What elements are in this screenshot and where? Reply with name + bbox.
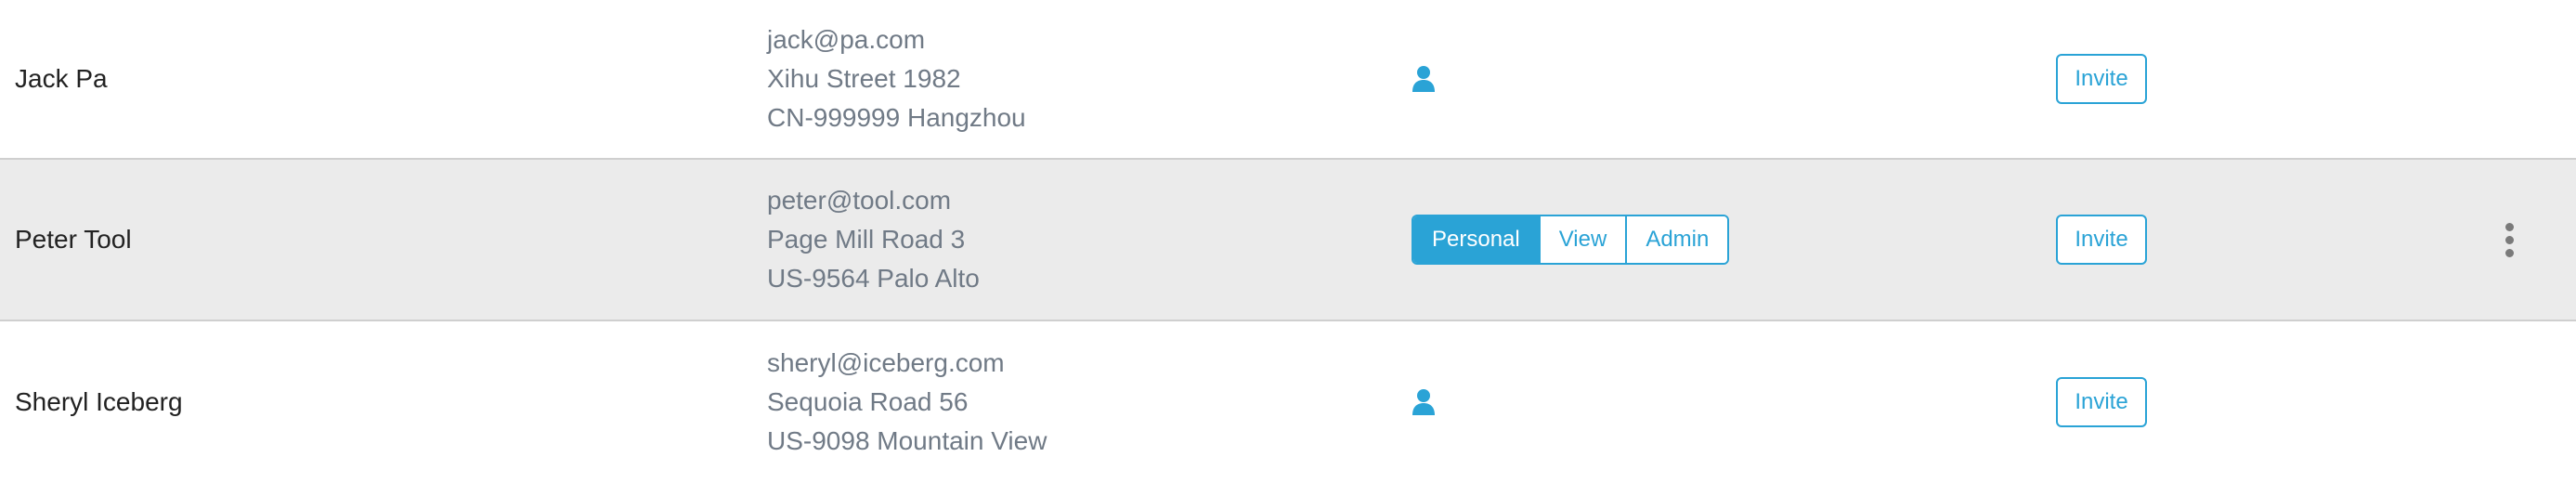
row-menu-cell	[2500, 160, 2537, 320]
user-city: CN-999999 Hangzhou	[767, 103, 1026, 132]
person-icon[interactable]	[1412, 388, 1436, 416]
action-cell: Invite	[2056, 160, 2242, 320]
user-name: Jack Pa	[15, 64, 108, 93]
kebab-menu-icon[interactable]	[2500, 222, 2518, 257]
invite-button[interactable]: Invite	[2056, 215, 2147, 265]
user-city: US-9564 Palo Alto	[767, 264, 980, 293]
person-icon[interactable]	[1412, 65, 1436, 93]
role-cell	[1412, 321, 1969, 483]
user-email: peter@tool.com	[767, 186, 952, 215]
user-email: sheryl@iceberg.com	[767, 348, 1005, 377]
invite-button[interactable]: Invite	[2056, 377, 2147, 427]
table-row: Peter Tool peter@tool.com Page Mill Road…	[0, 160, 2576, 320]
user-street: Page Mill Road 3	[767, 225, 966, 254]
role-option-admin[interactable]: Admin	[1625, 216, 1728, 263]
user-name: Sheryl Iceberg	[15, 387, 183, 416]
table-row: Sheryl Iceberg sheryl@iceberg.com Sequoi…	[0, 321, 2576, 483]
role-option-view[interactable]: View	[1538, 216, 1626, 263]
role-segmented-control: Personal View Admin	[1412, 215, 1730, 265]
user-street: Sequoia Road 56	[767, 387, 969, 416]
action-cell: Invite	[2056, 0, 2242, 158]
role-cell: Personal View Admin	[1412, 160, 1969, 320]
role-option-personal[interactable]: Personal	[1413, 216, 1539, 263]
user-email: jack@pa.com	[767, 25, 926, 54]
role-cell	[1412, 0, 1969, 158]
contact-info: sheryl@iceberg.com Sequoia Road 56 US-90…	[767, 321, 1371, 483]
user-table: Jack Pa jack@pa.com Xihu Street 1982 CN-…	[0, 0, 2576, 483]
user-city: US-9098 Mountain View	[767, 426, 1047, 455]
user-name: Peter Tool	[15, 225, 132, 254]
contact-info: peter@tool.com Page Mill Road 3 US-9564 …	[767, 160, 1371, 320]
invite-button[interactable]: Invite	[2056, 54, 2147, 104]
table-row: Jack Pa jack@pa.com Xihu Street 1982 CN-…	[0, 0, 2576, 158]
user-street: Xihu Street 1982	[767, 64, 961, 93]
action-cell: Invite	[2056, 321, 2242, 483]
contact-info: jack@pa.com Xihu Street 1982 CN-999999 H…	[767, 0, 1371, 158]
